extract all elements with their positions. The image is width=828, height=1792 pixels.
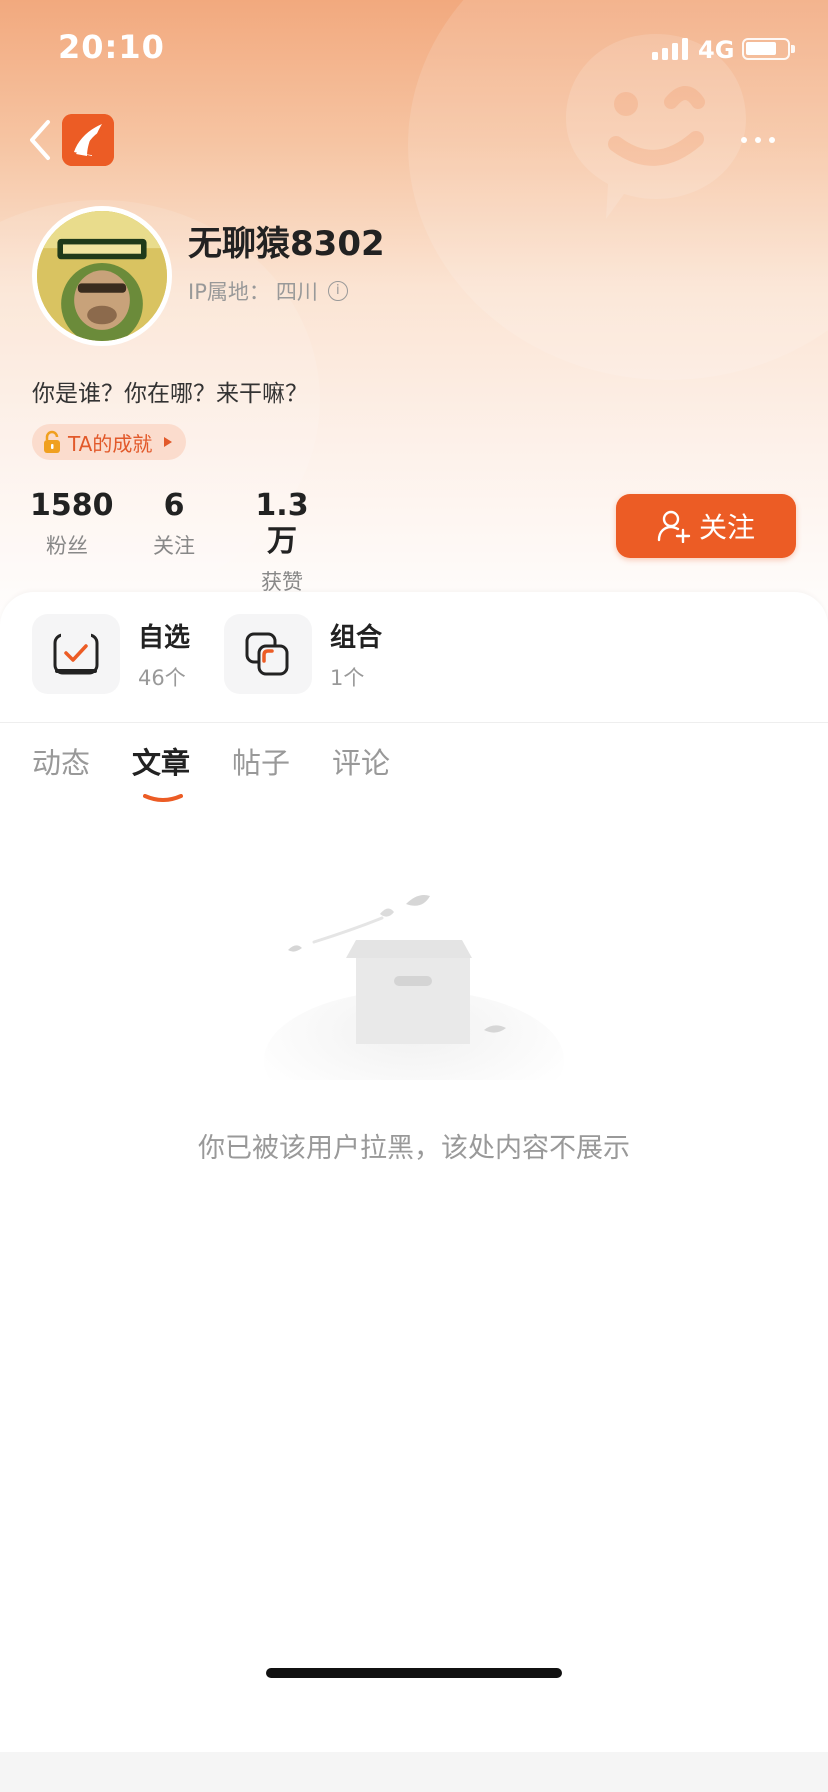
tab-label: 文章 <box>132 746 191 780</box>
add-user-icon <box>657 510 691 543</box>
follow-button[interactable]: 关注 <box>616 494 796 558</box>
stat-value: 1580 <box>30 488 114 523</box>
achievement-badge[interactable]: TA的成就 <box>32 424 187 460</box>
play-arrow-icon <box>164 437 173 447</box>
tab-posts[interactable]: 帖子 <box>232 740 290 782</box>
stat-label: 关注 <box>153 534 195 558</box>
ip-location: IP属地： 四川 i <box>188 276 348 306</box>
achievement-label: TA的成就 <box>68 431 153 456</box>
quick-link-icon-box <box>32 614 120 694</box>
bottom-safe-area <box>0 1752 828 1792</box>
stat-following[interactable]: 6 关注 <box>144 488 204 560</box>
stat-label: 粉丝 <box>46 534 88 558</box>
follow-button-label: 关注 <box>698 511 755 544</box>
empty-state-message: 你已被该用户拉黑，该处内容不展示 <box>198 1133 630 1164</box>
quick-link-title: 组合 <box>330 622 383 653</box>
avatar[interactable] <box>32 206 172 346</box>
more-options-icon[interactable] <box>730 126 786 154</box>
monkey-avatar-icon <box>37 211 167 341</box>
info-icon[interactable]: i <box>327 281 348 301</box>
stat-value: 1.3万 <box>255 488 309 559</box>
network-type: 4G <box>698 36 735 64</box>
content-tabs: 动态 文章 帖子 评论 <box>32 740 390 802</box>
profile-bio: 你是谁？你在哪？来干嘛？ <box>32 381 308 407</box>
section-divider <box>0 722 828 723</box>
back-arrow-icon[interactable] <box>26 118 56 162</box>
signal-icon <box>652 36 688 60</box>
ip-location-value: 四川 <box>275 280 318 304</box>
stat-fans[interactable]: 1580 粉丝 <box>30 488 114 560</box>
app-logo-icon[interactable] <box>62 114 114 166</box>
ip-location-label: IP属地： <box>188 280 270 304</box>
quick-link-count: 46个 <box>138 665 186 690</box>
quick-link-portfolio[interactable]: 组合 1个 <box>224 614 382 694</box>
combo-icon <box>245 632 289 676</box>
quick-link-title: 自选 <box>138 622 191 653</box>
username: 无聊猿8302 <box>188 224 385 264</box>
empty-box-illustration <box>264 895 564 1080</box>
tab-comments[interactable]: 评论 <box>332 740 390 782</box>
tab-feed[interactable]: 动态 <box>32 740 90 782</box>
status-time: 20:10 <box>58 28 165 66</box>
lock-icon <box>44 430 60 453</box>
tab-articles[interactable]: 文章 <box>132 740 191 802</box>
checkmark-icon <box>53 632 99 675</box>
stat-likes: 1.3万 获赞 <box>244 488 320 596</box>
active-tab-indicator <box>143 794 184 802</box>
battery-icon <box>742 38 795 60</box>
quick-link-watchlist[interactable]: 自选 46个 <box>32 614 190 694</box>
quick-link-count: 1个 <box>330 665 365 690</box>
home-indicator[interactable] <box>266 1668 562 1678</box>
stat-value: 6 <box>163 488 185 523</box>
quick-link-icon-box <box>224 614 312 694</box>
